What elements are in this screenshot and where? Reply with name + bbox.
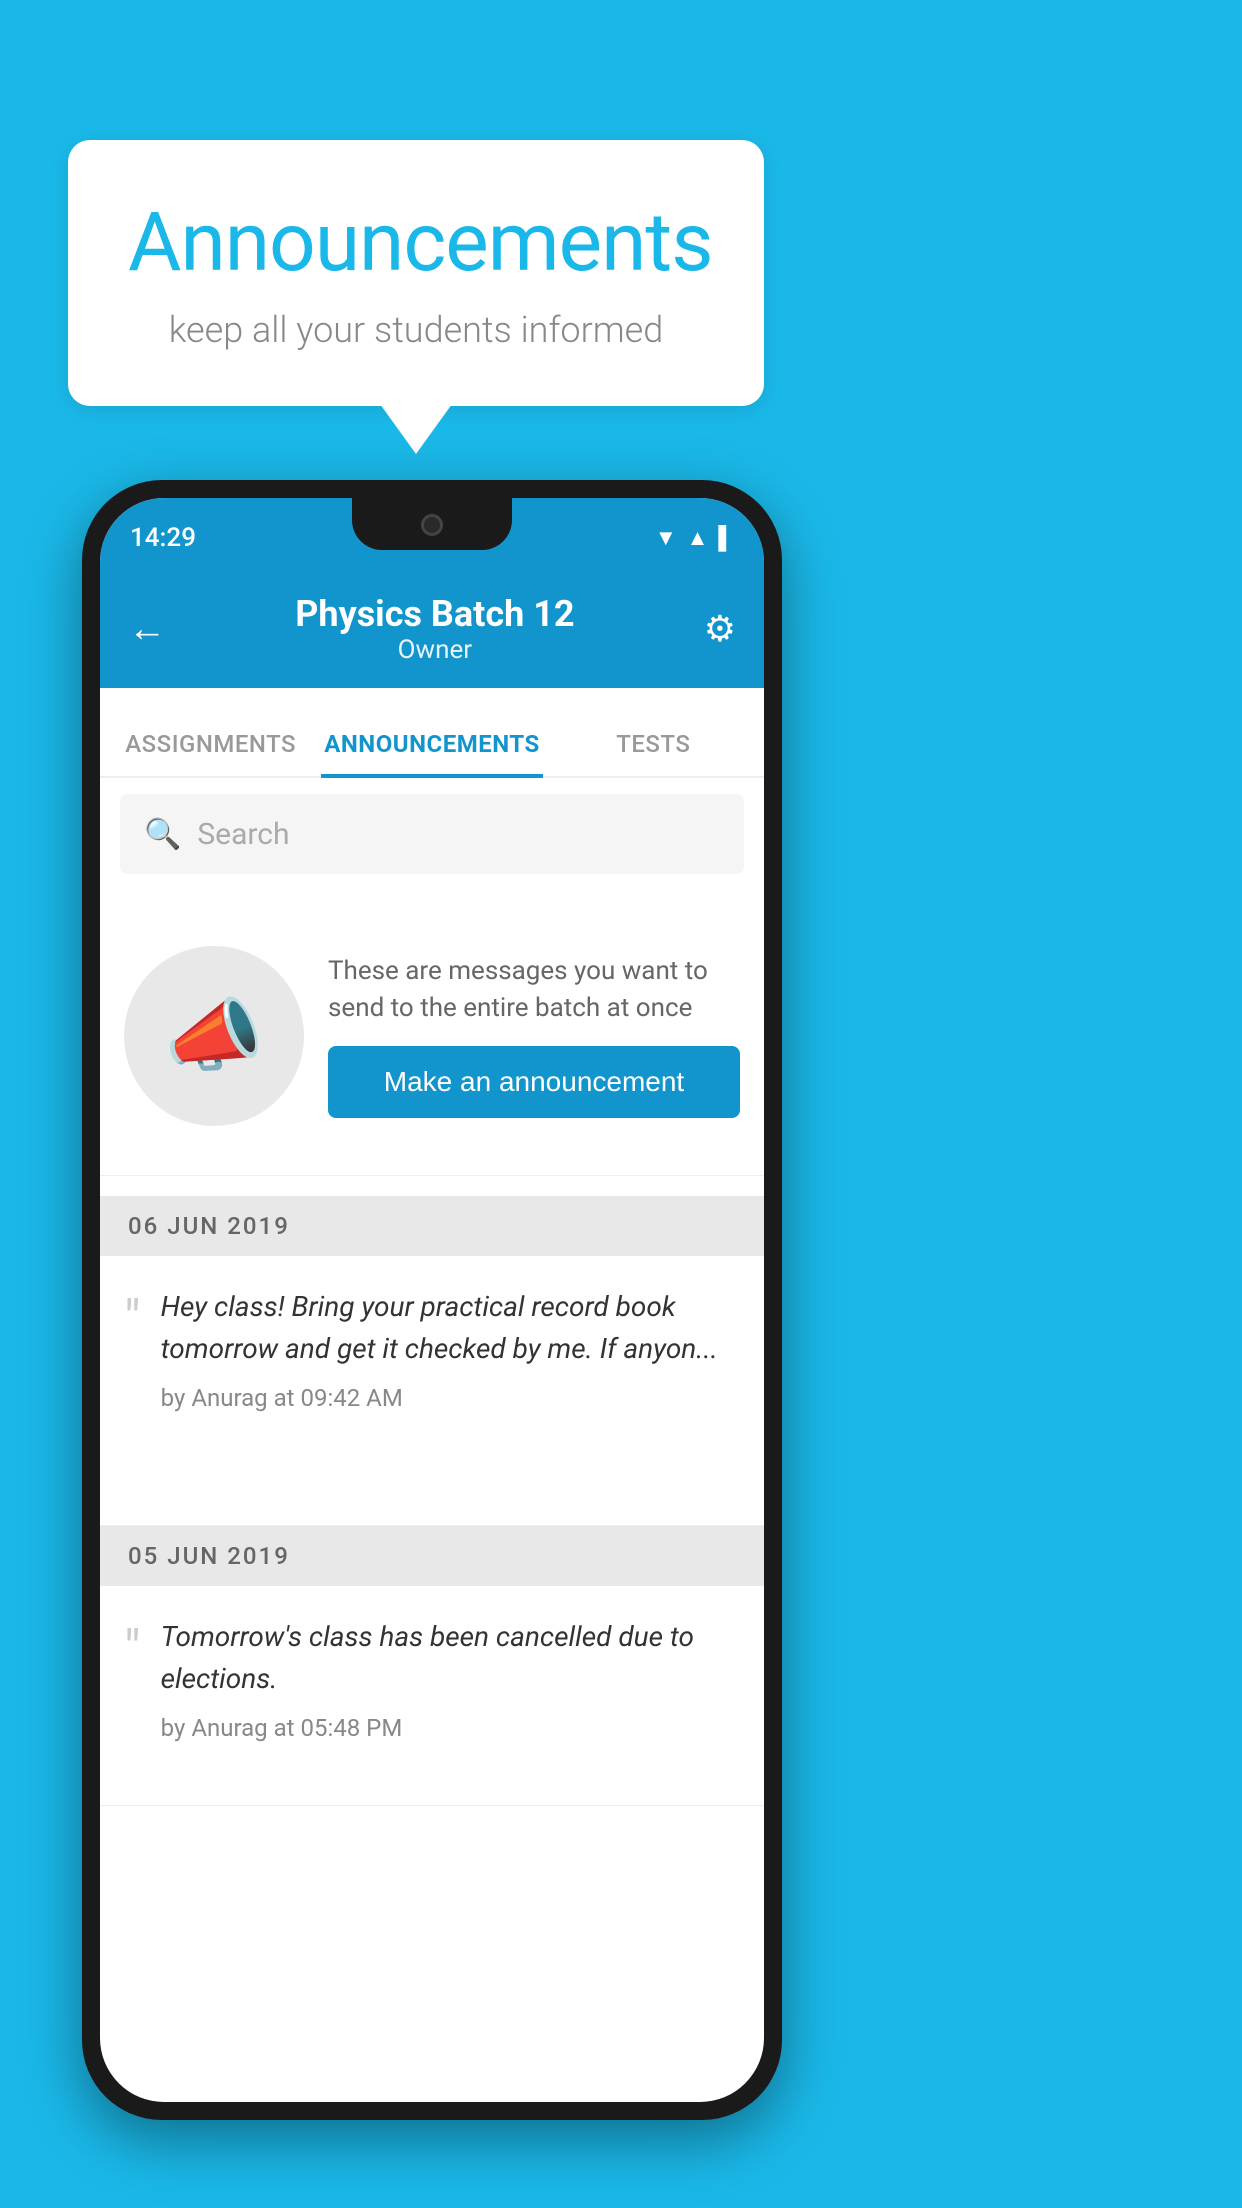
announcement-author-1: by Anurag at 09:42 AM xyxy=(161,1384,740,1412)
tabs-bar: ASSIGNMENTS ANNOUNCEMENTS TESTS xyxy=(100,688,764,778)
header-center: Physics Batch 12 Owner xyxy=(295,593,574,665)
phone-mockup: 14:29 ▼ ▲ ▌ ← Physics Batch 12 Owner ⚙ xyxy=(82,480,782,2120)
status-icons: ▼ ▲ ▌ xyxy=(655,517,734,551)
front-camera xyxy=(421,514,443,536)
signal-icon: ▲ xyxy=(687,525,709,551)
tab-announcements[interactable]: ANNOUNCEMENTS xyxy=(321,730,542,776)
date-text-1: 06 JUN 2019 xyxy=(128,1212,290,1240)
announcement-author-2: by Anurag at 05:48 PM xyxy=(161,1714,740,1742)
wifi-icon: ▼ xyxy=(655,525,677,551)
announcement-item-1[interactable]: " Hey class! Bring your practical record… xyxy=(100,1256,764,1526)
megaphone-circle: 📣 xyxy=(124,946,304,1126)
megaphone-icon: 📣 xyxy=(164,989,264,1083)
intro-section: 📣 These are messages you want to send to… xyxy=(100,896,764,1176)
date-divider-1: 06 JUN 2019 xyxy=(100,1196,764,1256)
announcement-content-1: Hey class! Bring your practical record b… xyxy=(161,1286,740,1495)
search-icon: 🔍 xyxy=(144,817,181,852)
header-subtitle: Owner xyxy=(295,635,574,665)
notch xyxy=(352,498,512,550)
speech-bubble-container: Announcements keep all your students inf… xyxy=(68,140,764,406)
tab-tests[interactable]: TESTS xyxy=(543,730,764,776)
back-button[interactable]: ← xyxy=(128,607,166,651)
announcement-item-2[interactable]: " Tomorrow's class has been cancelled du… xyxy=(100,1586,764,1806)
announcement-text-2: Tomorrow's class has been cancelled due … xyxy=(161,1616,740,1700)
bubble-title: Announcements xyxy=(128,195,704,291)
status-time: 14:29 xyxy=(130,515,196,553)
date-text-2: 05 JUN 2019 xyxy=(128,1542,290,1570)
search-bar[interactable]: 🔍 Search xyxy=(120,794,744,874)
phone-outer: 14:29 ▼ ▲ ▌ ← Physics Batch 12 Owner ⚙ xyxy=(82,480,782,2120)
announcement-content-2: Tomorrow's class has been cancelled due … xyxy=(161,1616,740,1775)
speech-bubble: Announcements keep all your students inf… xyxy=(68,140,764,406)
battery-icon: ▌ xyxy=(718,525,734,551)
quote-icon-2: " xyxy=(124,1616,141,1775)
app-header: ← Physics Batch 12 Owner ⚙ xyxy=(100,570,764,688)
make-announcement-button[interactable]: Make an announcement xyxy=(328,1046,740,1118)
bubble-subtitle: keep all your students informed xyxy=(128,309,704,351)
settings-button[interactable]: ⚙ xyxy=(704,608,736,650)
intro-right: These are messages you want to send to t… xyxy=(328,953,740,1118)
tab-assignments[interactable]: ASSIGNMENTS xyxy=(100,730,321,776)
intro-description: These are messages you want to send to t… xyxy=(328,953,740,1026)
quote-icon-1: " xyxy=(124,1286,141,1495)
header-title: Physics Batch 12 xyxy=(295,593,574,635)
date-divider-2: 05 JUN 2019 xyxy=(100,1526,764,1586)
phone-screen: 14:29 ▼ ▲ ▌ ← Physics Batch 12 Owner ⚙ xyxy=(100,498,764,2102)
announcement-text-1: Hey class! Bring your practical record b… xyxy=(161,1286,740,1370)
search-placeholder: Search xyxy=(197,817,289,852)
